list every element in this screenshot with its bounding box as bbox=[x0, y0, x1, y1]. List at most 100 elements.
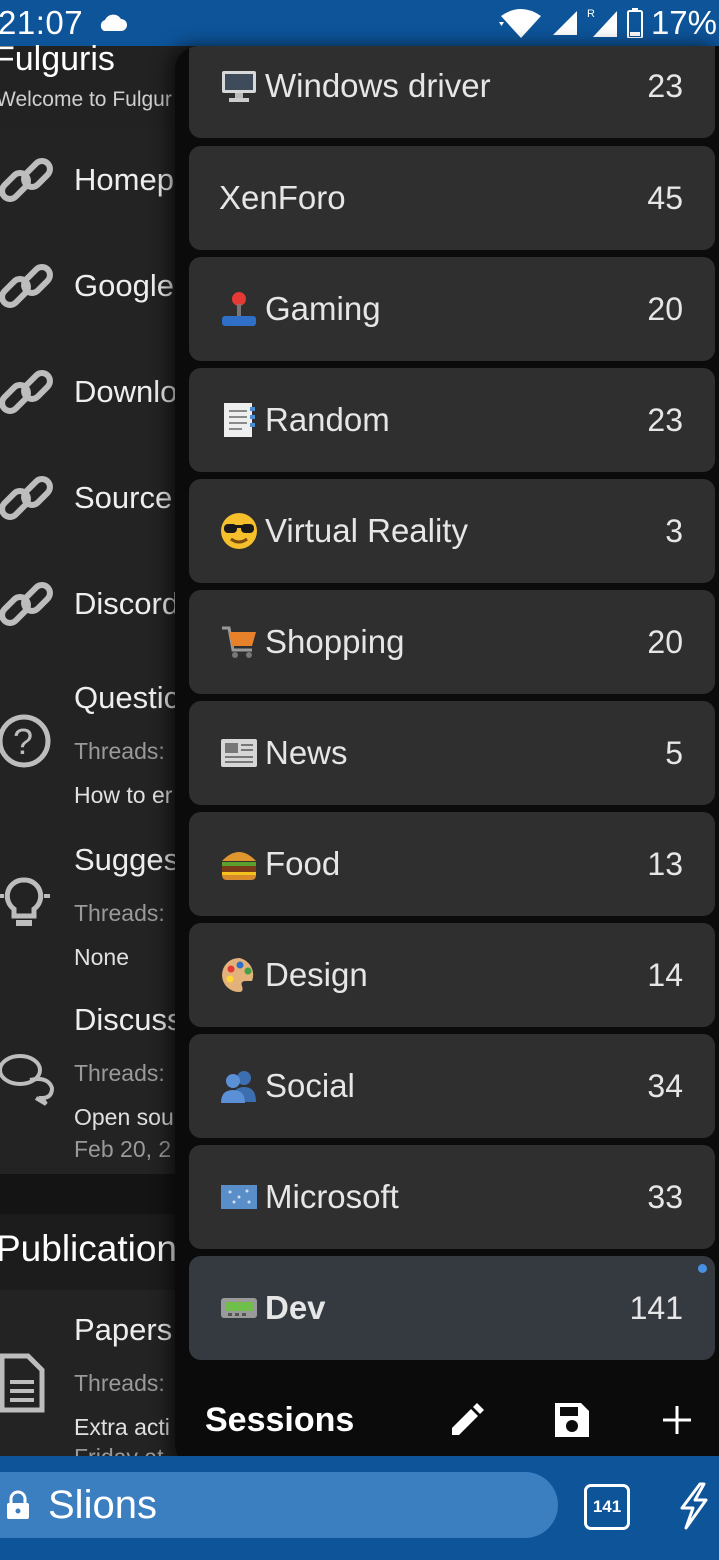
session-tab-count: 34 bbox=[647, 1067, 683, 1104]
forum-row-last-post: Extra acti bbox=[74, 1414, 170, 1440]
sessions-panel: Windows driver 23 XenForo 45 Gaming 20 R… bbox=[175, 46, 719, 1468]
computer-icon bbox=[219, 66, 259, 106]
notepad-icon bbox=[219, 400, 259, 440]
people-icon bbox=[219, 1066, 259, 1106]
forum-row-last-post: Open sou bbox=[74, 1104, 174, 1130]
session-name: Design bbox=[265, 956, 368, 993]
site-subtitle: Welcome to Fulgur bbox=[0, 88, 172, 111]
pager-icon bbox=[219, 1288, 259, 1328]
chat-icon bbox=[0, 1054, 55, 1106]
link-icon bbox=[0, 370, 53, 414]
link-icon bbox=[0, 264, 53, 308]
session-tab-count: 14 bbox=[647, 956, 683, 993]
burger-icon bbox=[219, 844, 259, 884]
sessions-title: Sessions bbox=[205, 1400, 355, 1439]
current-session-indicator bbox=[698, 1264, 707, 1273]
session-name: Shopping bbox=[265, 623, 405, 660]
forum-row-title: Discuss bbox=[74, 1002, 183, 1037]
edit-icon bbox=[452, 1403, 484, 1435]
session-tab-count: 3 bbox=[665, 512, 683, 549]
wifi-icon bbox=[498, 9, 541, 38]
lock-icon bbox=[7, 1490, 29, 1519]
forum-row-last-post: None bbox=[74, 944, 129, 970]
session-name: Microsoft bbox=[265, 1178, 399, 1215]
forum-row-threads: Threads: bbox=[74, 900, 165, 926]
cloud-icon bbox=[100, 14, 128, 31]
session-tab-count: 13 bbox=[647, 845, 683, 882]
bottom-toolbar: Slions 141 bbox=[0, 1456, 719, 1560]
forum-row-date: Feb 20, 2 bbox=[74, 1136, 172, 1162]
session-name: Virtual Reality bbox=[265, 512, 468, 549]
forum-row-title: Source bbox=[74, 480, 173, 515]
session-item-design[interactable]: Design 14 bbox=[189, 923, 715, 1027]
forum-row-title: Google bbox=[74, 268, 174, 303]
question-icon: ? bbox=[0, 714, 51, 768]
svg-text:R: R bbox=[587, 8, 595, 20]
session-tab-count: 5 bbox=[665, 734, 683, 771]
session-tab-count: 23 bbox=[647, 67, 683, 104]
session-tab-count: 45 bbox=[647, 179, 683, 216]
session-item-food[interactable]: Food 13 bbox=[189, 812, 715, 916]
svg-text:?: ? bbox=[13, 721, 33, 762]
shopping-cart-icon bbox=[219, 622, 259, 662]
tab-count: 141 bbox=[592, 1497, 622, 1516]
forum-row-title: Questic bbox=[74, 680, 180, 715]
session-name: Gaming bbox=[265, 290, 381, 327]
forum-row-title: Downlo bbox=[74, 374, 178, 409]
forum-row-title: Papers bbox=[74, 1312, 173, 1347]
session-item-virtual-reality[interactable]: Virtual Reality 3 bbox=[189, 479, 715, 583]
session-name: Dev bbox=[265, 1289, 326, 1326]
forum-row-threads: Threads: bbox=[74, 738, 165, 764]
session-item-random[interactable]: Random 23 bbox=[189, 368, 715, 472]
battery-icon bbox=[626, 8, 643, 38]
fulguris-menu-icon[interactable] bbox=[676, 1482, 712, 1530]
session-name: Windows driver bbox=[265, 67, 491, 104]
session-name: Food bbox=[265, 845, 341, 882]
session-item-news[interactable]: News 5 bbox=[189, 701, 715, 805]
section-header-title: Publication bbox=[0, 1228, 178, 1269]
session-item-shopping[interactable]: Shopping 20 bbox=[189, 590, 715, 694]
session-tab-count: 20 bbox=[647, 623, 683, 660]
session-item-microsoft[interactable]: Microsoft 33 bbox=[189, 1145, 715, 1249]
status-time: 21:07 bbox=[0, 4, 84, 41]
tab-count-button[interactable]: 141 bbox=[584, 1484, 630, 1530]
roaming-signal-icon: R bbox=[587, 8, 617, 37]
forum-row-threads: Threads: bbox=[74, 1370, 165, 1396]
forum-row-threads: Threads: bbox=[74, 1060, 165, 1086]
add-session-button[interactable] bbox=[653, 1396, 701, 1444]
session-item-windows-driver[interactable]: Windows driver 23 bbox=[189, 46, 715, 138]
session-name: News bbox=[265, 734, 348, 771]
session-item-gaming[interactable]: Gaming 20 bbox=[189, 257, 715, 361]
url-field[interactable]: Slions bbox=[0, 1472, 558, 1538]
sunglasses-face-icon bbox=[219, 511, 259, 551]
add-icon bbox=[663, 1406, 691, 1434]
session-tab-count: 141 bbox=[629, 1289, 683, 1326]
save-icon bbox=[555, 1403, 589, 1437]
link-icon bbox=[0, 582, 53, 626]
session-item-dev[interactable]: Dev 141 bbox=[189, 1256, 715, 1360]
palette-icon bbox=[219, 955, 259, 995]
session-name: XenForo bbox=[219, 179, 346, 216]
session-tab-count: 33 bbox=[647, 1178, 683, 1215]
forum-row-title: Discord bbox=[74, 586, 180, 621]
flag-icon bbox=[219, 1177, 259, 1217]
battery-percent: 17% bbox=[650, 4, 717, 41]
save-session-button[interactable] bbox=[548, 1396, 596, 1444]
forum-row-last-post: How to er bbox=[74, 782, 173, 808]
forum-row-title: Sugges bbox=[74, 842, 180, 877]
sessions-footer: Sessions bbox=[175, 1380, 719, 1460]
session-name: Random bbox=[265, 401, 390, 438]
joystick-icon bbox=[219, 289, 259, 329]
link-icon bbox=[0, 476, 53, 520]
session-tab-count: 23 bbox=[647, 401, 683, 438]
session-tab-count: 20 bbox=[647, 290, 683, 327]
edit-session-button[interactable] bbox=[443, 1396, 491, 1444]
session-name: Social bbox=[265, 1067, 355, 1104]
site-title: Fulguris bbox=[0, 40, 115, 78]
forum-row-title: Homep bbox=[74, 162, 174, 197]
signal-icon bbox=[552, 11, 577, 35]
lightbulb-icon bbox=[0, 877, 50, 926]
link-icon bbox=[0, 158, 53, 202]
session-item-xenforo[interactable]: XenForo 45 bbox=[189, 146, 715, 250]
session-item-social[interactable]: Social 34 bbox=[189, 1034, 715, 1138]
